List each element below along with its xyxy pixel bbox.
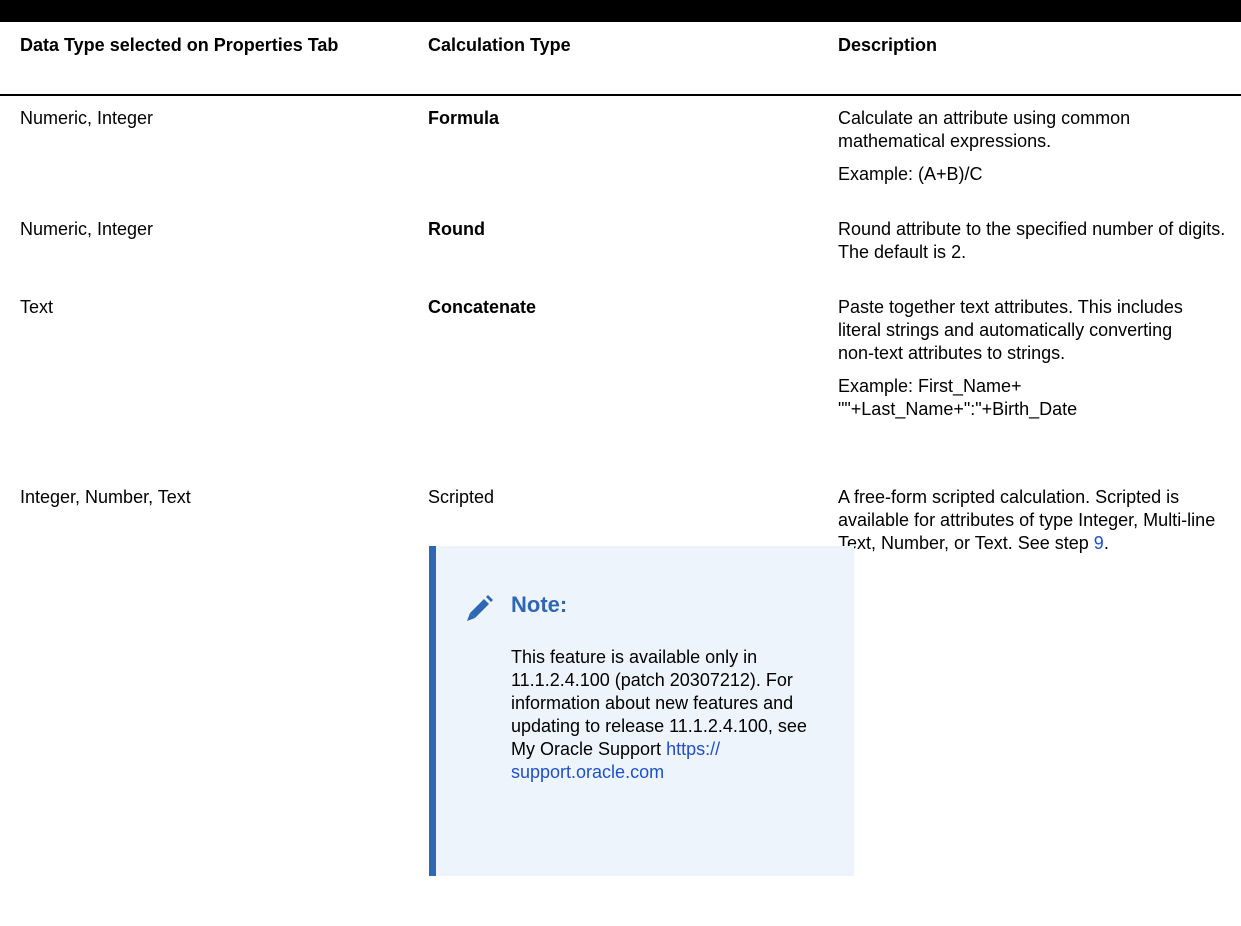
note-title: Note: — [511, 592, 568, 617]
row4-calc-type: Scripted — [428, 487, 495, 507]
header-calculation-type: Calculation Type — [428, 35, 571, 55]
row4-desc-suffix: . — [1103, 533, 1109, 553]
row3-example: Example: First_Name+ ""+Last_Name+":"+Bi… — [838, 376, 1078, 419]
row4-data-type: Integer, Number, Text — [20, 487, 191, 507]
row2-data-type: Numeric, Integer — [20, 219, 154, 239]
row1-example: Example: (A+B)/C — [838, 164, 983, 184]
step-9-link[interactable]: 9 — [1094, 533, 1104, 553]
row2-description: Round attribute to the specified number … — [838, 219, 1226, 262]
row1-data-type: Numeric, Integer — [20, 108, 154, 128]
row2-calc-type: Round — [428, 219, 485, 239]
row4-desc-text: A free-form scripted calculation. Script… — [838, 487, 1216, 553]
note-body: This feature is available only in 11.1.2… — [511, 646, 811, 784]
row1-desc-text: Calculate an attribute using common math… — [838, 108, 1131, 151]
note-body-text: This feature is available only in 11.1.2… — [511, 647, 807, 759]
row1-description: Calculate an attribute using common math… — [838, 107, 1238, 196]
row3-calc-type: Concatenate — [428, 297, 537, 317]
note-box: Note: This feature is available only in … — [429, 546, 854, 876]
row1-calc-type: Formula — [428, 108, 500, 128]
header-rule — [0, 94, 1241, 96]
header-data-type: Data Type selected on Properties Tab — [20, 35, 339, 55]
pencil-icon — [467, 595, 493, 621]
header-description: Description — [838, 35, 938, 55]
row4-description: A free-form scripted calculation. Script… — [838, 486, 1238, 555]
top-rule — [0, 0, 1241, 22]
row3-desc-text: Paste together text attributes. This inc… — [838, 297, 1183, 363]
row3-data-type: Text — [20, 297, 54, 317]
row3-description: Paste together text attributes. This inc… — [838, 296, 1213, 431]
